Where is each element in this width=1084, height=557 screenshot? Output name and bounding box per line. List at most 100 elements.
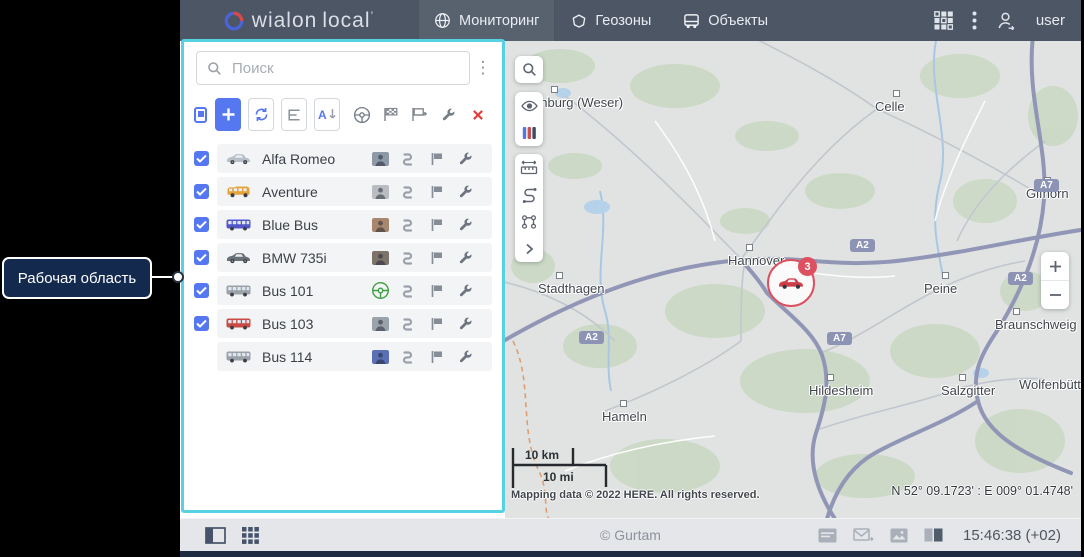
bottom-bar: © Gurtam	[180, 518, 1081, 551]
wrench-icon[interactable]	[451, 283, 480, 298]
kebab-menu-icon[interactable]	[972, 11, 977, 30]
wialon-swirl-icon	[224, 11, 244, 31]
notes-icon[interactable]	[818, 528, 837, 543]
chevron-right-icon[interactable]	[515, 235, 543, 262]
tab-geofences[interactable]: Геозоны	[555, 0, 667, 41]
unit-checkbox[interactable]	[194, 250, 209, 265]
unit-row[interactable]: Blue Bus	[184, 208, 502, 241]
tree-view-button[interactable]	[281, 98, 307, 131]
flag-icon[interactable]	[422, 317, 451, 330]
main-tabs: Мониторинг Геозоны	[418, 0, 784, 41]
ruler-icon[interactable]	[515, 154, 543, 181]
wrench-icon[interactable]	[451, 184, 480, 199]
bus-icon	[683, 13, 700, 29]
zoom-in-button[interactable]	[1041, 252, 1069, 281]
monitoring-panel: ⋮	[181, 39, 505, 513]
panel-toggle-icon[interactable]	[205, 527, 226, 544]
tab-units[interactable]: Объекты	[667, 0, 784, 41]
flag-icon[interactable]	[422, 152, 451, 165]
unit-row[interactable]: Aventure	[184, 175, 502, 208]
refresh-button[interactable]	[248, 98, 274, 131]
wrench-icon[interactable]	[451, 151, 480, 166]
track-icon[interactable]	[393, 185, 422, 199]
track-icon[interactable]	[393, 218, 422, 232]
workarea-callout: Рабочая область	[2, 257, 152, 299]
driver-column-icon[interactable]	[347, 106, 376, 124]
wrench-icon[interactable]	[451, 217, 480, 232]
search-box[interactable]	[196, 51, 470, 85]
route-icon[interactable]	[515, 181, 543, 208]
wrench-icon[interactable]	[451, 349, 480, 364]
unit-name: Bus 103	[262, 316, 367, 332]
driver-avatar[interactable]	[367, 152, 393, 166]
mail-icon[interactable]	[853, 528, 874, 543]
flag-icon[interactable]	[422, 218, 451, 231]
driver-avatar[interactable]	[367, 185, 393, 199]
select-all-checkbox[interactable]	[194, 107, 207, 123]
panel-kebab-icon[interactable]: ⋮	[470, 58, 496, 78]
properties-column-icon[interactable]	[434, 107, 463, 122]
unit-checkbox[interactable]	[194, 283, 209, 298]
unit-card[interactable]: Aventure	[217, 177, 492, 206]
vehicle-icon	[225, 284, 255, 297]
map-view-controls	[515, 92, 543, 146]
flag-icon[interactable]	[422, 185, 451, 198]
sort-button[interactable]: A	[314, 98, 340, 131]
add-unit-button[interactable]	[215, 98, 241, 131]
zoom-out-button[interactable]	[1041, 281, 1069, 309]
unit-row[interactable]: Bus 114	[184, 340, 502, 373]
eye-icon[interactable]	[515, 92, 543, 119]
track-icon[interactable]	[393, 350, 422, 364]
track-icon[interactable]	[393, 251, 422, 265]
unit-row[interactable]: Alfa Romeo	[184, 142, 502, 175]
driver-avatar[interactable]	[367, 350, 393, 364]
vehicle-icon	[225, 185, 255, 198]
track-icon[interactable]	[393, 284, 422, 298]
unit-card[interactable]: Bus 101	[217, 276, 492, 305]
search-input[interactable]	[230, 59, 459, 78]
remove-all-icon[interactable]	[463, 109, 492, 121]
unit-row[interactable]: BMW 735i	[184, 241, 502, 274]
unit-card[interactable]: Blue Bus	[217, 210, 492, 239]
unit-row[interactable]: Bus 103	[184, 307, 502, 340]
wrench-icon[interactable]	[451, 250, 480, 265]
unit-name: Aventure	[262, 184, 367, 200]
flag-icon[interactable]	[422, 284, 451, 297]
unit-checkbox[interactable]	[194, 184, 209, 199]
user-name[interactable]: user	[1036, 12, 1065, 29]
driver-avatar[interactable]	[367, 251, 393, 265]
unit-checkbox[interactable]	[194, 217, 209, 232]
unit-checkbox[interactable]	[194, 151, 209, 166]
map-search-control	[515, 56, 543, 83]
track-icon[interactable]	[393, 317, 422, 331]
driver-avatar[interactable]	[367, 317, 393, 331]
wrench-icon[interactable]	[451, 316, 480, 331]
flag-icon[interactable]	[422, 350, 451, 363]
zoom-control	[1041, 252, 1069, 309]
apps-grid-icon[interactable]	[934, 11, 953, 30]
events-column-icon[interactable]	[405, 107, 434, 122]
nodes-icon[interactable]	[515, 208, 543, 235]
track-icon[interactable]	[393, 152, 422, 166]
user-switch-icon[interactable]	[996, 11, 1017, 30]
unit-card[interactable]: Bus 114	[217, 342, 492, 371]
layers-icon[interactable]	[515, 119, 543, 146]
unit-row[interactable]: Bus 101	[184, 274, 502, 307]
split-view-icon[interactable]	[924, 528, 943, 542]
grid-icon[interactable]	[242, 527, 259, 544]
unit-checkbox[interactable]	[194, 316, 209, 331]
flag-icon[interactable]	[422, 251, 451, 264]
screenshot-stage: wialonlocal’ Мониторинг	[0, 0, 1084, 557]
unit-card[interactable]: BMW 735i	[217, 243, 492, 272]
tab-label: Мониторинг	[459, 13, 539, 29]
map-search-icon[interactable]	[515, 56, 543, 83]
steering-wheel-icon[interactable]	[367, 281, 393, 300]
map-view[interactable]: enburg (Weser)CelleGifhornHannoverStadth…	[505, 41, 1081, 518]
image-icon[interactable]	[890, 528, 908, 543]
unit-card[interactable]: Bus 103	[217, 309, 492, 338]
unit-card[interactable]: Alfa Romeo	[217, 144, 492, 173]
vehicle-icon	[225, 350, 255, 363]
driver-avatar[interactable]	[367, 218, 393, 232]
tab-monitoring[interactable]: Мониторинг	[418, 0, 555, 41]
trailer-column-icon[interactable]	[376, 107, 405, 122]
